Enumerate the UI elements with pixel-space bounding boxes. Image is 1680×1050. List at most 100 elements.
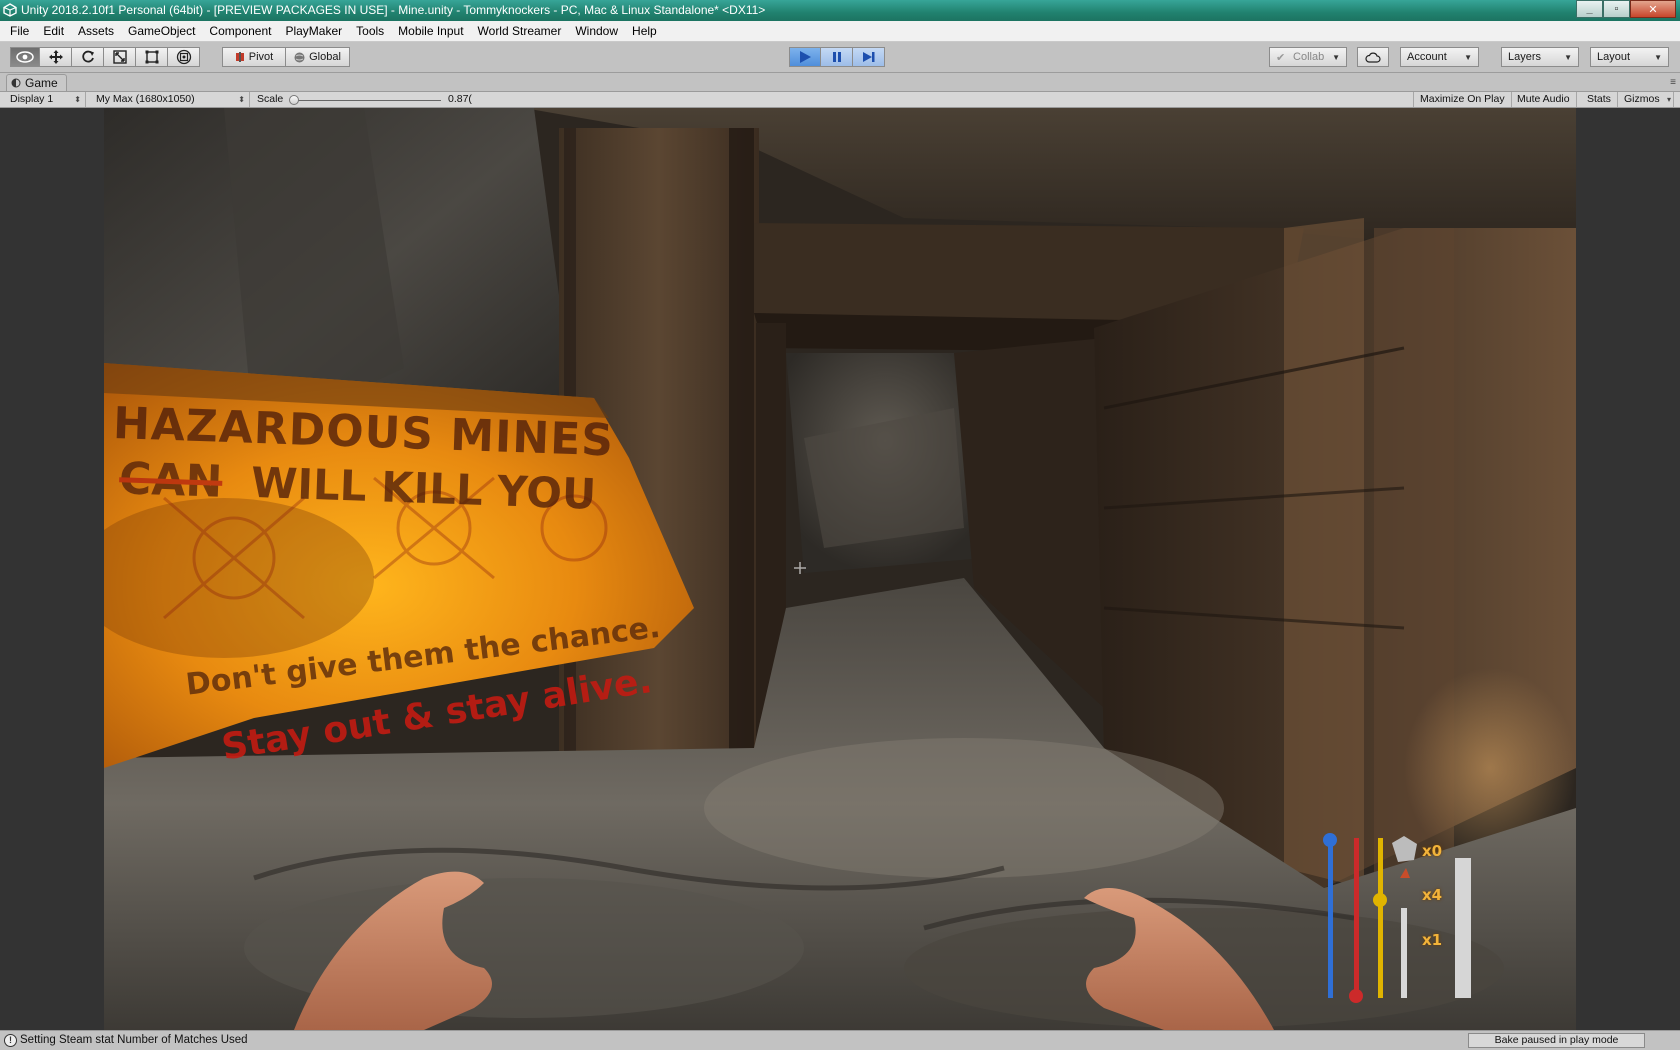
stats-toggle[interactable]: Stats [1581,92,1618,107]
updown-arrow-icon: ⬍ [238,95,245,104]
pause-icon [832,52,841,62]
gizmos-label: Gizmos [1624,93,1660,105]
global-button[interactable]: Global [286,47,350,67]
menu-world-streamer[interactable]: World Streamer [471,21,569,42]
game-controller-icon [11,78,21,88]
rotate-tool-button[interactable] [72,47,104,67]
layout-label: Layout [1597,51,1631,63]
globe-icon [294,52,305,62]
status-message[interactable]: Setting Steam stat Number of Matches Use… [20,1034,248,1046]
rect-tool-icon [145,50,158,64]
yellow-meter-knob [1373,893,1387,907]
layout-dropdown[interactable]: Layout ▼ [1590,47,1669,67]
rect-tool-button[interactable] [136,47,168,67]
cloud-group [1357,47,1389,67]
check-icon: ✔ [1276,51,1286,64]
menu-file[interactable]: File [3,21,36,42]
account-group: Account ▼ [1400,47,1479,67]
menu-edit[interactable]: Edit [36,21,71,42]
hud-label-bottom: x1 [1422,931,1443,949]
scale-value: 0.87( [448,93,472,105]
resolution-select[interactable]: My Max (1680x1050) ⬍ [90,92,250,107]
white-meter [1401,908,1407,998]
menu-playmaker[interactable]: PlayMaker [278,21,349,42]
status-bar: ! Setting Steam stat Number of Matches U… [0,1030,1680,1050]
transform-tools [10,47,200,67]
global-label: Global [309,51,341,63]
hud-label-top: x0 [1422,842,1443,860]
pivot-toggles: Pivot Global [222,47,350,67]
mute-audio-toggle[interactable]: Mute Audio [1511,92,1577,107]
display-select[interactable]: Display 1 ⬍ [4,92,86,107]
hud-label-mid: x4 [1422,886,1443,904]
menu-assets[interactable]: Assets [71,21,121,42]
maximize-on-play-toggle[interactable]: Maximize On Play [1413,92,1512,107]
chevron-down-icon: ▾ [1666,95,1671,104]
tab-game[interactable]: Game [6,74,67,91]
collab-group: ✔ Collab ▼ [1269,47,1347,67]
minimize-button[interactable]: _ [1576,0,1603,18]
playback-controls [789,47,885,67]
red-meter-knob [1349,989,1363,1003]
pivot-icon [235,52,244,62]
step-button[interactable] [853,47,885,67]
eye-icon [16,51,34,63]
collab-dropdown[interactable]: ✔ Collab ▼ [1269,47,1347,67]
account-label: Account [1407,51,1447,63]
pivot-button[interactable]: Pivot [222,47,286,67]
scale-slider-track[interactable] [295,100,441,101]
move-tool-button[interactable] [40,47,72,67]
game-view-toolbar: Display 1 ⬍ My Max (1680x1050) ⬍ Scale 0… [0,91,1680,108]
resolution-label: My Max (1680x1050) [96,93,195,105]
pause-button[interactable] [821,47,853,67]
scale-slider-thumb[interactable] [289,95,299,105]
main-toolbar: Pivot Global ✔ Collab ▼ Account ▼ Layers… [0,42,1680,73]
stamina-bar [1455,858,1471,998]
game-view[interactable]: HAZARDOUS MINES CAN WILL KILL YOU Don't … [104,108,1576,1030]
chevron-down-icon: ▼ [1464,52,1472,62]
close-icon: ✕ [1648,3,1658,16]
play-icon [800,51,811,63]
scale-tool-button[interactable] [104,47,136,67]
menu-mobile-input[interactable]: Mobile Input [391,21,470,42]
menu-window[interactable]: Window [568,21,625,42]
chevron-down-icon: ▼ [1654,52,1662,62]
game-tab-bar: Game ≡ [0,73,1680,91]
transform-icon [176,49,191,65]
cloud-button[interactable] [1357,47,1389,67]
close-button[interactable]: ✕ [1630,0,1676,18]
sign-struck-word: CAN [118,453,224,508]
move-arrows-icon [48,50,63,64]
red-meter [1354,838,1359,998]
game-area: HAZARDOUS MINES CAN WILL KILL YOU Don't … [0,108,1680,1030]
collab-label: Collab [1293,51,1325,63]
maximize-button[interactable]: ▫ [1603,0,1630,18]
menu-component[interactable]: Component [202,21,278,42]
display-label: Display 1 [10,93,54,105]
layers-dropdown[interactable]: Layers ▼ [1501,47,1579,67]
transform-tool-button[interactable] [168,47,200,67]
window-title: Unity 2018.2.10f1 Personal (64bit) - [PR… [21,3,766,17]
menu-gameobject[interactable]: GameObject [121,21,202,42]
pivot-label: Pivot [248,51,274,63]
gizmos-dropdown[interactable]: Gizmos ▾ [1618,92,1674,107]
step-forward-icon [862,52,874,62]
restore-icon: ▫ [1614,3,1619,15]
chevron-down-icon: ▼ [1564,52,1572,62]
view-tool-button[interactable] [10,47,40,67]
layout-group: Layout ▼ [1590,47,1669,67]
layers-group: Layers ▼ [1501,47,1579,67]
info-icon: ! [4,1034,17,1047]
menu-tools[interactable]: Tools [349,21,391,42]
scale-icon [112,50,127,64]
blue-meter-knob [1323,833,1337,847]
updown-arrow-icon: ⬍ [74,95,81,104]
blue-meter [1328,838,1333,998]
menu-help[interactable]: Help [625,21,664,42]
unity-logo-icon [3,3,17,17]
account-dropdown[interactable]: Account ▼ [1400,47,1479,67]
scale-label: Scale [257,93,284,105]
play-button[interactable] [789,47,821,67]
title-bar: Unity 2018.2.10f1 Personal (64bit) - [PR… [0,0,1680,21]
tab-menu-icon[interactable]: ≡ [1670,77,1676,88]
